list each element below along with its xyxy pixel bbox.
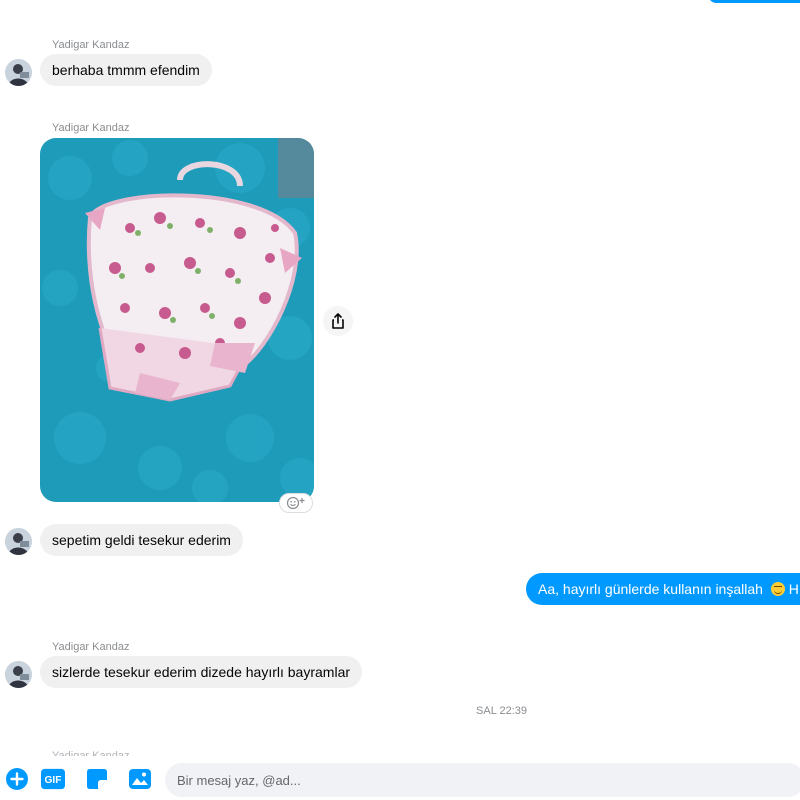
- image-button[interactable]: [128, 767, 152, 791]
- previous-outgoing-bubble: [708, 0, 800, 3]
- sender-name-cut: Yadigar Kandaz: [52, 750, 130, 756]
- smiley-plus-icon: [286, 496, 305, 510]
- gif-button[interactable]: GIF: [41, 767, 65, 791]
- message-input-wrapper: [165, 763, 800, 797]
- avatar[interactable]: [5, 661, 32, 688]
- message-input[interactable]: [165, 763, 800, 797]
- timestamp: SAL 22:39: [476, 705, 527, 717]
- outgoing-message-bubble[interactable]: Aa, hayırlı günlerde kullanın inşallah H: [526, 573, 800, 605]
- add-reaction-button[interactable]: [279, 493, 313, 513]
- sticker-button[interactable]: [85, 767, 109, 791]
- outgoing-message-trailing: H: [788, 581, 799, 597]
- smiling-emoji-icon: [770, 582, 785, 596]
- gif-label: GIF: [45, 775, 62, 786]
- message-composer: GIF: [0, 759, 800, 800]
- gif-icon: GIF: [41, 768, 65, 790]
- avatar[interactable]: [5, 528, 32, 555]
- sender-name: Yadigar Kandaz: [52, 641, 130, 653]
- sender-name: Yadigar Kandaz: [52, 122, 130, 134]
- message-bubble[interactable]: berhaba tmmm efendim: [40, 54, 212, 86]
- message-bubble[interactable]: sizlerde tesekur ederim dizede hayırlı b…: [40, 656, 363, 688]
- plus-circle-icon: [6, 768, 28, 790]
- more-actions-button[interactable]: [5, 767, 29, 791]
- image-icon: [129, 769, 151, 789]
- share-button[interactable]: [323, 306, 353, 336]
- photo-message[interactable]: [40, 138, 314, 502]
- sticker-icon: [87, 769, 107, 789]
- message-bubble[interactable]: sepetim geldi tesekur ederim: [40, 524, 243, 556]
- outgoing-message-text: Aa, hayırlı günlerde kullanın inşallah: [538, 581, 763, 597]
- sender-name: Yadigar Kandaz: [52, 39, 130, 51]
- avatar[interactable]: [5, 59, 32, 86]
- share-icon: [332, 313, 344, 329]
